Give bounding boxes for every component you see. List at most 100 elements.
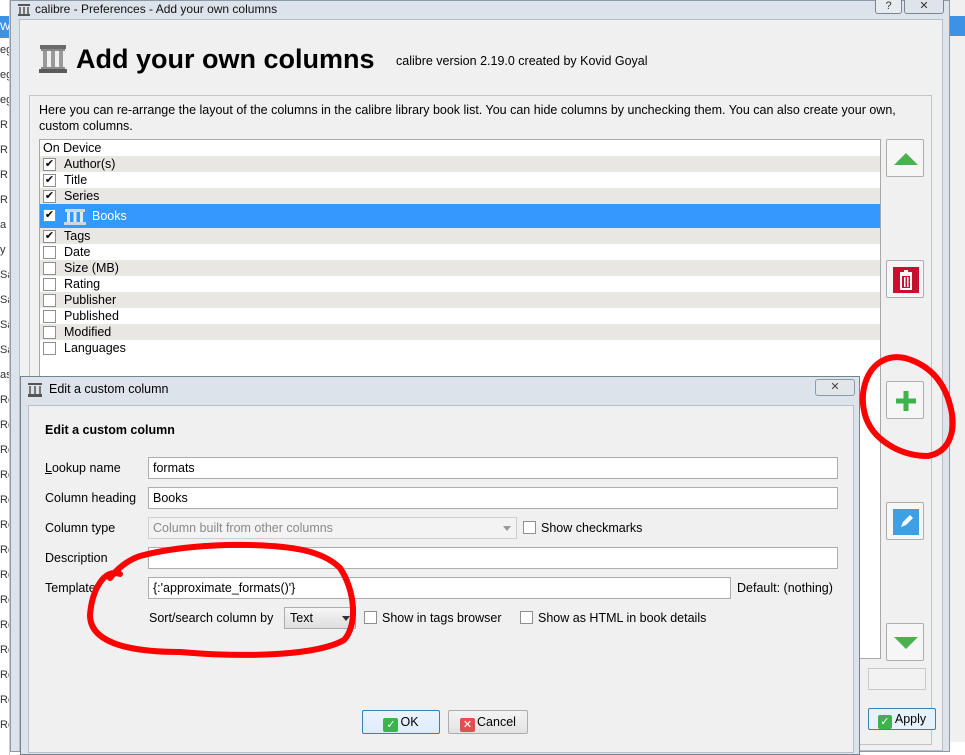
move-down-button[interactable] xyxy=(886,623,924,661)
add-column-button[interactable] xyxy=(886,381,924,419)
column-list-item[interactable]: Languages xyxy=(40,340,880,356)
column-list-item[interactable]: ✔ Title xyxy=(40,172,880,188)
sort-by-value: Text xyxy=(290,611,313,625)
column-checkbox[interactable] xyxy=(43,342,56,355)
window-close-button[interactable]: ✕ xyxy=(904,0,944,14)
delete-column-button[interactable] xyxy=(886,260,924,298)
column-checkbox[interactable]: ✔ xyxy=(43,230,56,243)
calibre-library-icon xyxy=(64,208,86,225)
checkbox-box xyxy=(520,611,533,624)
sort-by-select[interactable]: Text xyxy=(284,607,356,629)
move-up-button[interactable] xyxy=(886,139,924,177)
column-label: Tags xyxy=(64,229,91,243)
show-in-tags-browser-checkbox[interactable]: Show in tags browser xyxy=(364,611,502,625)
column-label: Series xyxy=(64,189,100,203)
restore-defaults-button[interactable] xyxy=(868,668,926,690)
cancel-icon: ✕ xyxy=(460,718,476,732)
edit-column-button[interactable] xyxy=(886,502,924,540)
window-titlebar: calibre - Preferences - Add your own col… xyxy=(11,0,949,17)
cancel-label: Cancel xyxy=(477,715,516,729)
column-list-item[interactable]: Size (MB) xyxy=(40,260,880,276)
column-label: Modified xyxy=(64,325,112,339)
dialog-heading: Edit a custom column xyxy=(45,423,175,437)
ok-label: OK xyxy=(400,715,419,729)
show-checkmarks-label: Show checkmarks xyxy=(541,521,643,535)
calibre-logo-icon xyxy=(18,3,30,16)
arrow-up-icon xyxy=(894,153,918,165)
show-as-html-checkbox[interactable]: Show as HTML in book details xyxy=(520,611,706,625)
column-list-item[interactable]: On Device xyxy=(40,140,880,156)
window-title: calibre - Preferences - Add your own col… xyxy=(35,2,278,16)
description-label: Description xyxy=(45,551,108,565)
template-label: Template xyxy=(45,581,96,595)
column-type-label: Column type xyxy=(45,521,116,535)
arrow-down-icon xyxy=(894,637,918,649)
column-checkbox[interactable]: ✔ xyxy=(43,158,56,171)
column-label: Title xyxy=(64,173,88,187)
column-type-select[interactable]: Column built from other columns xyxy=(148,517,517,539)
chevron-down-icon xyxy=(503,526,511,531)
lookup-name-label-text: ookup name xyxy=(51,461,121,475)
template-default-text: Default: (nothing) xyxy=(737,581,833,595)
column-list-item[interactable]: Date xyxy=(40,244,880,260)
column-list-item[interactable]: ✔ Tags xyxy=(40,228,880,244)
background-window-edge xyxy=(950,0,965,755)
description-input[interactable] xyxy=(148,547,838,569)
apply-label: Apply xyxy=(894,712,927,726)
column-list-item[interactable]: Publisher xyxy=(40,292,880,308)
dialog-close-button[interactable]: ✕ xyxy=(815,379,855,396)
column-label: Books xyxy=(92,209,127,223)
pencil-icon xyxy=(893,509,919,535)
show-in-tags-browser-label: Show in tags browser xyxy=(382,611,502,625)
column-heading-input[interactable]: Books xyxy=(148,487,838,509)
column-checkbox[interactable]: ✔ xyxy=(43,190,56,203)
checkmark-icon: ✓ xyxy=(383,718,399,732)
dialog-title: Edit a custom column xyxy=(49,382,169,396)
column-list-item[interactable]: ✔ Author(s) xyxy=(40,156,880,172)
lookup-name-input[interactable]: formats xyxy=(148,457,838,479)
column-checkbox[interactable]: ✔ xyxy=(43,209,56,222)
column-label: Published xyxy=(64,309,119,323)
checkmark-icon: ✓ xyxy=(877,715,892,729)
column-type-value: Column built from other columns xyxy=(153,521,333,535)
description-text: Here you can re-arrange the layout of th… xyxy=(39,103,896,133)
chevron-down-icon xyxy=(342,616,350,621)
column-list-item[interactable]: ✔ Books xyxy=(40,204,880,228)
column-checkbox[interactable] xyxy=(43,262,56,275)
plus-icon xyxy=(896,391,916,411)
column-checkbox[interactable] xyxy=(43,310,56,323)
column-label: Languages xyxy=(64,341,126,355)
checkbox-box xyxy=(364,611,377,624)
column-label: Author(s) xyxy=(64,157,116,171)
version-text: calibre version 2.19.0 created by Kovid … xyxy=(396,54,648,68)
column-list-item[interactable]: ✔ Series xyxy=(40,188,880,204)
column-label: On Device xyxy=(43,141,102,155)
column-checkbox[interactable] xyxy=(43,246,56,259)
column-checkbox[interactable]: ✔ xyxy=(43,174,56,187)
help-button[interactable]: ? xyxy=(875,0,902,14)
column-label: Size (MB) xyxy=(64,261,119,275)
column-heading-label: Column heading xyxy=(45,491,137,505)
show-checkmarks-checkbox[interactable]: Show checkmarks xyxy=(523,521,642,535)
show-as-html-label: Show as HTML in book details xyxy=(538,611,707,625)
sort-by-label: Sort/search column by xyxy=(149,611,274,625)
column-checkbox[interactable] xyxy=(43,326,56,339)
trash-icon xyxy=(893,267,919,293)
column-checkbox[interactable] xyxy=(43,278,56,291)
column-label: Date xyxy=(64,245,91,259)
cancel-button[interactable]: ✕ Cancel xyxy=(448,710,528,734)
column-label: Publisher xyxy=(64,293,117,307)
column-list-item[interactable]: Modified xyxy=(40,324,880,340)
column-label: Rating xyxy=(64,277,101,291)
apply-button[interactable]: ✓ Apply xyxy=(868,708,936,730)
calibre-library-icon xyxy=(39,45,67,73)
column-list-item[interactable]: Published xyxy=(40,308,880,324)
column-list-item[interactable]: Rating xyxy=(40,276,880,292)
column-checkbox[interactable] xyxy=(43,294,56,307)
checkbox-box xyxy=(523,521,536,534)
ok-button[interactable]: ✓ OK xyxy=(362,710,440,734)
background-book-list: Wa egegeg R.R.R.R. aySaSa SaSaasRo RoRoR… xyxy=(0,0,10,755)
template-input[interactable]: {:'approximate_formats()'} xyxy=(148,577,731,599)
page-title: Add your own columns xyxy=(76,44,375,74)
lookup-name-label: Lookup name xyxy=(45,461,121,475)
